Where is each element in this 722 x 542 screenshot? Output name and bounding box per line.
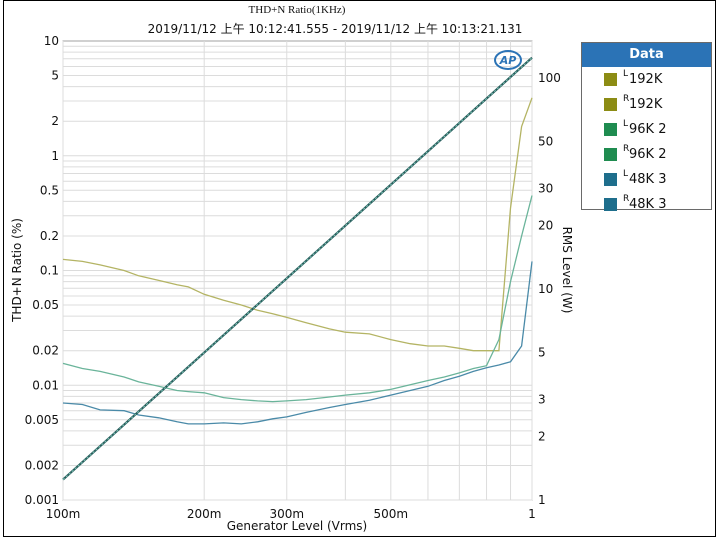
legend-item[interactable]: R 48K 3 <box>582 192 711 217</box>
legend-item[interactable]: L 96K 2 <box>582 117 711 142</box>
y-tick-label-left: 0.002 <box>25 458 59 472</box>
x-tick-label: 1 <box>528 507 536 521</box>
y-tick-label-left: 0.2 <box>40 229 59 243</box>
legend-label: 96K 2 <box>629 147 667 162</box>
legend-title: Data <box>582 43 711 67</box>
y-tick-label-left: 1 <box>51 149 59 163</box>
x-axis-label: Generator Level (Vrms) <box>227 519 367 533</box>
y-tick-label-right: 20 <box>538 219 553 233</box>
ap-logo-text: AP <box>499 54 517 67</box>
chart-subtitle: 2019/11/12 上午 10:12:41.555 - 2019/11/12 … <box>148 22 523 36</box>
x-tick-label: 200m <box>187 507 222 521</box>
legend-label: 48K 3 <box>629 197 667 212</box>
y-tick-label-right: 5 <box>538 346 546 360</box>
y-tick-label-right: 1 <box>538 493 546 507</box>
legend-item[interactable]: R 192K <box>582 92 711 117</box>
y-tick-label-right: 50 <box>538 135 553 149</box>
y-axis-label-right: RMS Level (W) <box>560 227 574 314</box>
x-tick-label: 500m <box>374 507 409 521</box>
y-tick-label-left: 0.05 <box>32 298 59 312</box>
y-tick-label-right: 3 <box>538 392 546 406</box>
y-tick-label-left: 0.02 <box>32 344 59 358</box>
legend-channel: L <box>623 119 629 129</box>
legend-channel: L <box>623 69 629 79</box>
y-tick-label-left: 0.005 <box>25 413 59 427</box>
legend-swatch <box>604 148 617 161</box>
legend-swatch <box>604 73 617 86</box>
legend-item[interactable]: L 192K <box>582 67 711 92</box>
legend-label: 96K 2 <box>629 122 667 137</box>
legend-swatch <box>604 198 617 211</box>
legend-label: 192K <box>629 97 663 112</box>
y-tick-label-right: 10 <box>538 282 553 296</box>
y-tick-label-right: 30 <box>538 181 553 195</box>
y-tick-label-left: 5 <box>51 69 59 83</box>
y-tick-label-right: 100 <box>538 71 561 85</box>
legend-swatch <box>604 173 617 186</box>
y-tick-label-left: 0.1 <box>40 264 59 278</box>
legend-label: 192K <box>629 72 663 87</box>
y-tick-label-left: 10 <box>44 34 59 48</box>
y-tick-label-left: 2 <box>51 114 59 128</box>
legend-label: 48K 3 <box>629 172 667 187</box>
legend-channel: L <box>623 169 629 179</box>
legend-item[interactable]: R 96K 2 <box>582 142 711 167</box>
legend-swatch <box>604 123 617 136</box>
chart-title: THD+N Ratio(1KHz) <box>249 4 346 16</box>
y-tick-label-right: 2 <box>538 430 546 444</box>
x-tick-label: 100m <box>46 507 81 521</box>
y-tick-label-left: 0.001 <box>25 493 59 507</box>
y-axis-label-left: THD+N Ratio (%) <box>10 218 24 323</box>
y-tick-label-left: 0.5 <box>40 183 59 197</box>
legend-swatch <box>604 98 617 111</box>
legend: Data L 192K R 192K L 96K 2 R 96K 2 L 48K… <box>581 42 712 212</box>
y-tick-label-left: 0.01 <box>32 378 59 392</box>
legend-item[interactable]: L 48K 3 <box>582 167 711 192</box>
